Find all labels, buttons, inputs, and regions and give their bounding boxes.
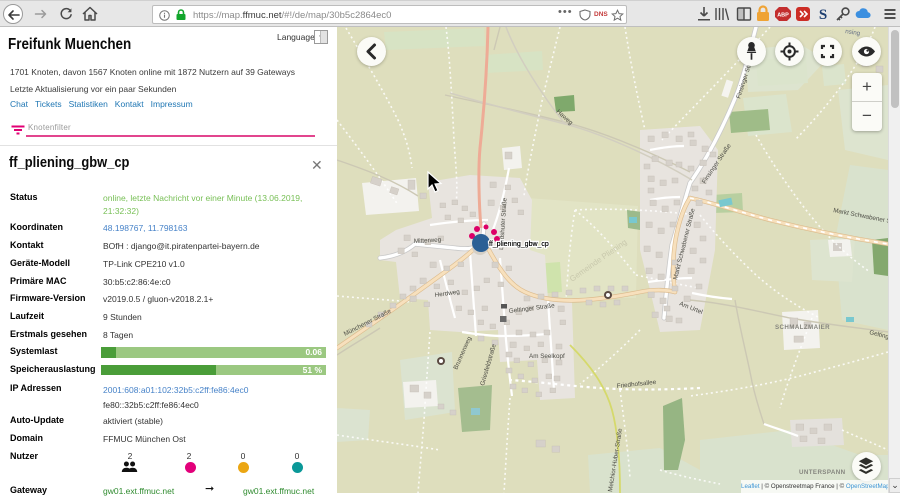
svg-text:Am Seelkopf: Am Seelkopf xyxy=(529,353,565,360)
svg-text:Mitterweg: Mitterweg xyxy=(414,237,442,245)
svg-text:UNTERSPANN: UNTERSPANN xyxy=(799,469,846,476)
svg-text:S: S xyxy=(819,7,827,23)
svg-text:SCHMALZMAIER: SCHMALZMAIER xyxy=(775,324,830,331)
svg-text:ff_pliening_gbw_cp: ff_pliening_gbw_cp xyxy=(489,241,549,248)
svg-text:ABP: ABP xyxy=(777,13,789,19)
